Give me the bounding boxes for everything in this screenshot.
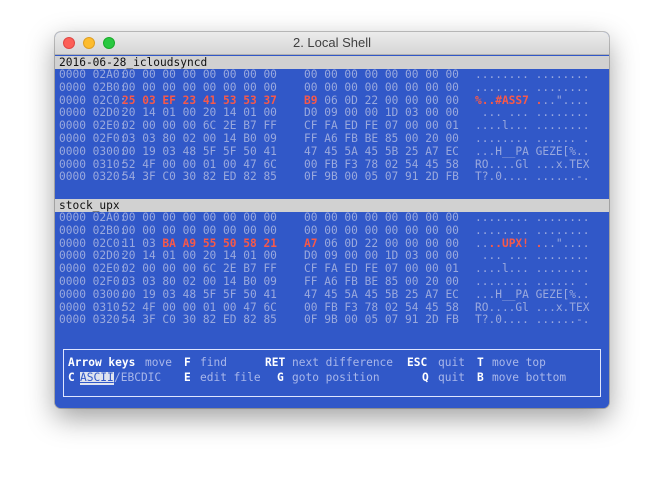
row-offset: 0000 02A0:: [59, 211, 127, 224]
row-offset: 0000 02A0:: [59, 68, 127, 81]
hex-bytes-left: 00 19 03 48 5F 5F 50 41: [122, 144, 277, 158]
row-offset: 0000 02B0:: [59, 80, 127, 94]
hex-bytes-plain: 06 0D 22 00 00 00 00: [317, 236, 459, 250]
hex-bytes-right: 00 00 00 00 00 00 00 00: [304, 68, 459, 81]
help-key-e: E: [184, 371, 191, 384]
help-key-arrows: Arrow keys: [68, 356, 136, 369]
help-key-c: C: [68, 371, 75, 384]
hex-bytes-right: FF A6 FB BE 85 00 20 00: [304, 275, 459, 288]
ascii-column: ........ ...... .: [475, 132, 590, 145]
ascii-column: ........ ...... .: [475, 275, 590, 288]
row-offset: 0000 0300:: [59, 144, 127, 158]
help-desc-edit-file: edit file: [200, 371, 261, 384]
help-key-ret: RET: [265, 356, 286, 369]
hex-bytes-left: 00 00 00 00 00 00 00 00: [122, 211, 277, 224]
help-key-esc: ESC: [407, 356, 428, 369]
ebcdic-mode-indicator: /EBCDIC: [114, 371, 162, 384]
terminal-content[interactable]: 2016-06-28_icloudsyncd 0000 02A0: 00 00 0…: [55, 55, 609, 408]
ascii-column: ...H__PA GEZE[%..: [475, 144, 590, 158]
help-desc-move-top: move top: [492, 356, 546, 369]
hex-bytes-right: 47 45 5A 45 5B 25 A7 EC: [304, 287, 459, 301]
row-offset: 0000 0320:: [59, 313, 127, 327]
hex-bytes-difference: BA A9 55 50 58 21: [162, 236, 277, 250]
title-bar: 2. Local Shell: [55, 32, 609, 55]
help-desc-find: find: [200, 356, 227, 369]
ascii-column: ........ ........: [475, 211, 590, 224]
row-offset: 0000 0320:: [59, 170, 127, 184]
ascii-column: ........ ........: [475, 68, 590, 81]
hex-bytes-difference: 25 03 EF 23 41 53 53 37: [122, 93, 277, 107]
help-desc-move-bottom: move bottom: [492, 371, 567, 384]
ascii-plain: ..: [475, 236, 489, 250]
ascii-difference: ..UPX! .: [488, 236, 543, 250]
row-offset: 0000 02F0:: [59, 275, 127, 288]
hex-bytes-right: 0F 9B 00 05 07 91 2D FB: [304, 170, 459, 184]
row-offset: 0000 02B0:: [59, 223, 127, 237]
hex-bytes-plain: 11 03: [122, 236, 163, 250]
hex-bytes-left: 54 3F C0 30 82 ED 82 85: [122, 313, 277, 327]
help-key-b: B: [477, 371, 484, 384]
row-offset: 0000 0300:: [59, 287, 127, 301]
hex-bytes-right: 0F 9B 00 05 07 91 2D FB: [304, 313, 459, 327]
ascii-column: T?.0.... ......-.: [475, 170, 590, 184]
help-desc-goto-position: goto position: [292, 371, 380, 384]
ascii-plain: .."....: [542, 93, 590, 107]
help-key-g: G: [277, 371, 284, 384]
help-panel: Arrow keys move F find RET next differen…: [63, 349, 601, 397]
row-offset: 0000 02F0:: [59, 132, 127, 145]
help-desc-quit: quit: [438, 356, 465, 369]
ascii-difference: %..#ASS7 .: [475, 93, 543, 107]
hex-bytes-difference: B9: [304, 93, 318, 107]
help-desc-next-difference: next difference: [292, 356, 394, 369]
window-title: 2. Local Shell: [292, 35, 372, 50]
hex-bytes-left: 00 00 00 00 00 00 00 00: [122, 68, 277, 81]
hex-bytes-difference: A7: [304, 236, 318, 250]
help-key-f: F: [184, 356, 191, 369]
help-line-2: C ASCII /EBCDIC E edit file G goto posit…: [68, 371, 566, 386]
help-desc-q-quit: quit: [438, 371, 465, 384]
hex-bytes-left: 00 19 03 48 5F 5F 50 41: [122, 287, 277, 301]
hex-bytes-right: FF A6 FB BE 85 00 20 00: [304, 132, 459, 145]
hex-bytes-right: 00 00 00 00 00 00 00 00: [304, 211, 459, 224]
help-key-q: Q: [422, 371, 429, 384]
hex-bytes-plain: 06 0D 22 00 00 00 00: [317, 93, 459, 107]
hex-bytes-left: 54 3F C0 30 82 ED 82 85: [122, 170, 277, 184]
ascii-mode-indicator: ASCII: [80, 371, 114, 385]
hex-bytes-left: 03 03 80 02 00 14 B0 09: [122, 132, 277, 145]
hex-bytes-left: 03 03 80 02 00 14 B0 09: [122, 275, 277, 288]
ascii-column: ...H__PA GEZE[%..: [475, 287, 590, 301]
help-desc-move: move: [145, 356, 172, 369]
hex-bytes-right: 47 45 5A 45 5B 25 A7 EC: [304, 144, 459, 158]
help-line-1: Arrow keys move F find RET next differen…: [68, 356, 546, 371]
ascii-plain: .."....: [542, 236, 590, 250]
ascii-column: T?.0.... ......-.: [475, 313, 590, 327]
terminal-window: 2. Local Shell 2016-06-28_icloudsyncd 00…: [55, 32, 609, 408]
help-key-t: T: [477, 356, 484, 369]
